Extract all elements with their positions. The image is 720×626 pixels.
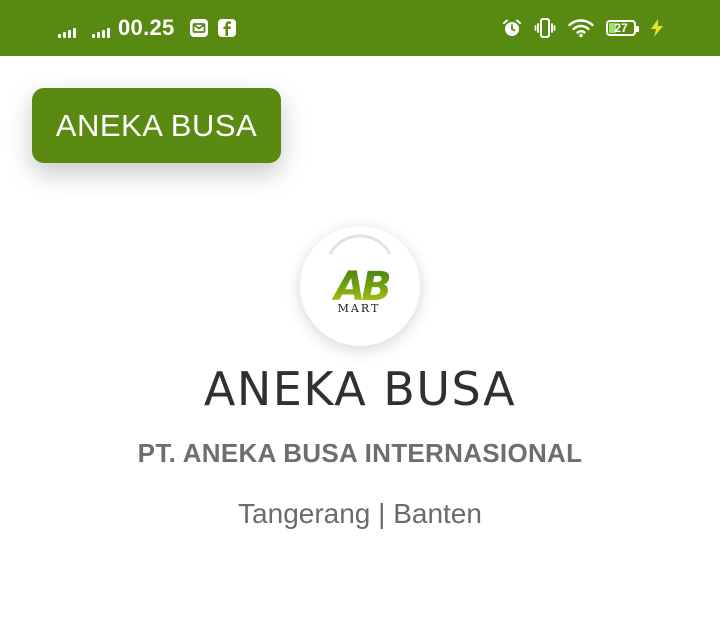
app-screen: 00.25 27 ANEKA BUSA AB MART ANEKA BUSA P… bbox=[0, 0, 720, 626]
brand-header-chip[interactable]: ANEKA BUSA bbox=[32, 88, 281, 163]
logo-subtitle: MART bbox=[338, 302, 381, 315]
status-right: 27 bbox=[502, 0, 666, 56]
battery-level: 27 bbox=[614, 21, 628, 35]
battery-icon: 27 bbox=[606, 20, 639, 36]
company-legal-name: PT. ANEKA BUSA INTERNASIONAL bbox=[137, 438, 583, 468]
company-name: ANEKA BUSA bbox=[203, 362, 517, 416]
wifi-icon bbox=[568, 19, 594, 38]
company-logo: AB MART bbox=[300, 226, 420, 346]
alarm-icon bbox=[503, 19, 521, 36]
signal-icon bbox=[58, 18, 76, 38]
company-location: Tangerang | Banten bbox=[238, 498, 482, 529]
vibrate-icon bbox=[534, 18, 556, 38]
ab-mart-logo-icon: AB MART bbox=[328, 234, 393, 315]
facebook-icon bbox=[217, 19, 236, 37]
charging-icon bbox=[651, 19, 663, 37]
signal-icon bbox=[92, 18, 110, 38]
status-bar: 00.25 27 bbox=[0, 0, 720, 56]
status-time: 00.25 bbox=[118, 15, 175, 40]
mail-app-icon bbox=[189, 19, 208, 37]
status-left: 00.25 bbox=[58, 0, 245, 56]
